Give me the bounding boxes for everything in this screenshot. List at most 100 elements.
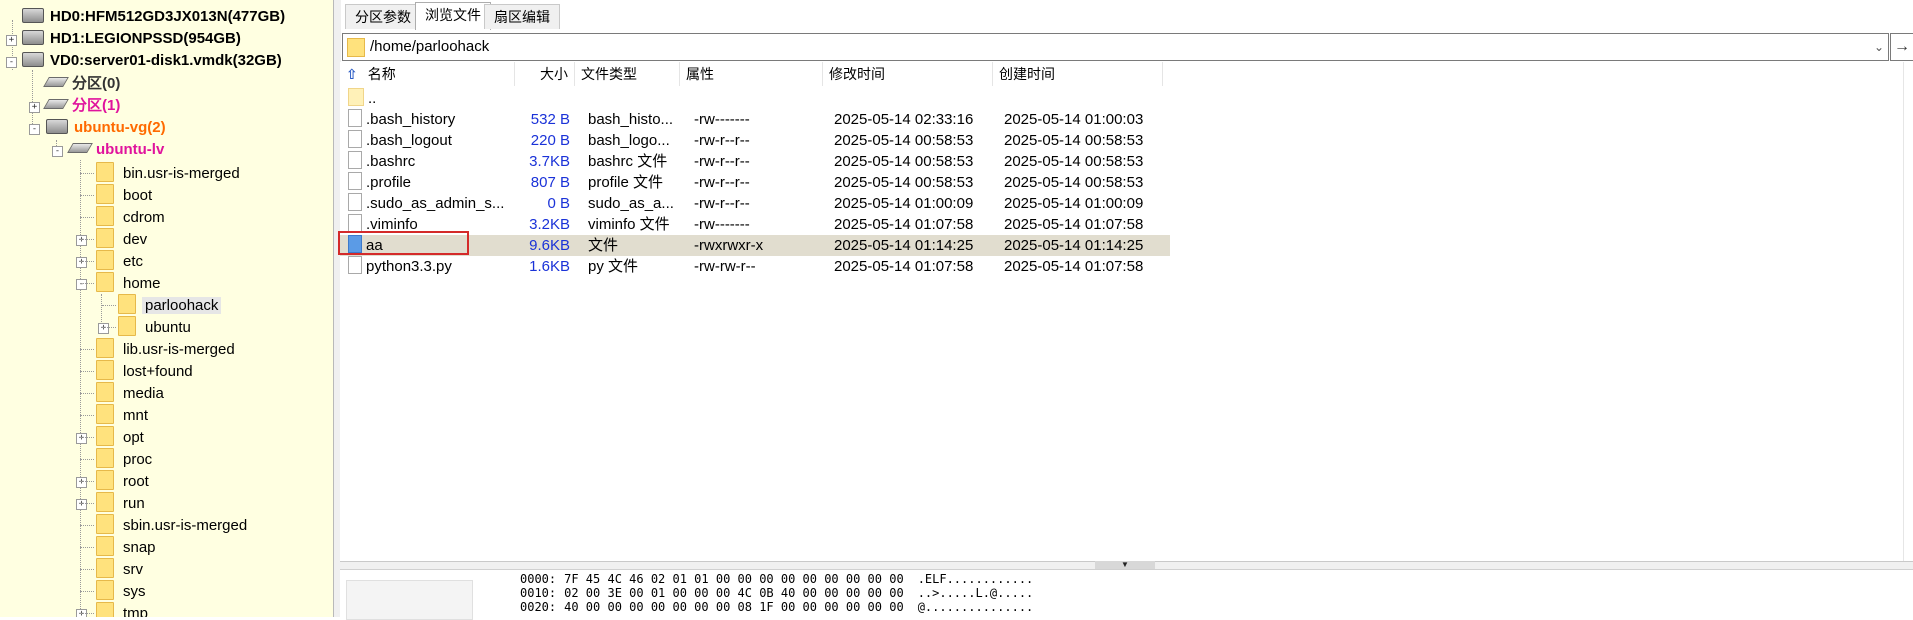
tree-folder-item[interactable]: root xyxy=(96,470,152,492)
file-created-text: 2025-05-14 01:00:03 xyxy=(1004,111,1144,128)
tree-folder-item[interactable]: media xyxy=(96,382,167,404)
path-bar[interactable]: /home/parloohack ⌄ xyxy=(342,33,1889,61)
tree-folder-item[interactable]: home xyxy=(96,272,164,294)
preview-thumbnail xyxy=(346,580,473,620)
tree-expander-toggle[interactable]: + xyxy=(76,433,87,444)
file-row[interactable]: .. xyxy=(340,88,1170,109)
folder-icon xyxy=(96,272,114,292)
tree-disk-hd0[interactable]: HD0:HFM512GD3JX013N(477GB) xyxy=(22,6,288,28)
tree-folder-item[interactable]: parloohack xyxy=(118,294,222,316)
column-header-modified[interactable]: 修改时间 xyxy=(823,62,993,86)
tree-folder-item[interactable]: sys xyxy=(96,580,149,602)
tree-folder-item[interactable]: lib.usr-is-merged xyxy=(96,338,238,360)
file-created-text: 2025-05-14 01:07:58 xyxy=(1004,216,1144,233)
tree-folder-item[interactable]: tmp xyxy=(96,602,151,617)
go-arrow-button[interactable]: → xyxy=(1890,33,1913,61)
file-cell-name: .sudo_as_admin_s... xyxy=(348,193,508,214)
tree-logical-volume[interactable]: ubuntu-lv xyxy=(67,139,167,161)
tree-folder-item[interactable]: ubuntu xyxy=(118,316,194,338)
file-cell-created: 2025-05-14 01:07:58 xyxy=(1004,256,1164,277)
folder-icon xyxy=(96,492,114,512)
hex-line: 0020: 40 00 00 00 00 00 00 00 08 1F 00 00… xyxy=(520,600,1033,614)
folder-icon xyxy=(96,206,114,226)
tab-sector-editor[interactable]: 扇区编辑 xyxy=(484,4,560,29)
tree-folder-item[interactable]: run xyxy=(96,492,148,514)
tree-disk-hd1[interactable]: HD1:LEGIONPSSD(954GB) xyxy=(22,28,244,50)
file-icon xyxy=(348,172,362,190)
tree-folder-item[interactable]: mnt xyxy=(96,404,151,426)
hard-disk-icon xyxy=(22,30,44,45)
hex-bytes: 40 00 00 00 00 00 00 00 08 1F 00 00 00 0… xyxy=(564,600,904,614)
tree-expander-toggle[interactable]: + xyxy=(76,235,87,246)
file-row[interactable]: .bash_logout 220 B bash_logo... -rw-r--r-- 2… xyxy=(340,130,1170,151)
tab-partition-params[interactable]: 分区参数 xyxy=(345,4,421,29)
file-attr-text: -rw-r--r-- xyxy=(694,195,750,212)
file-row[interactable]: .sudo_as_admin_s... 0 B sudo_as_a... -rw-r-… xyxy=(340,193,1170,214)
file-cell-attr: -rw-r--r-- xyxy=(694,172,814,193)
tree-guide xyxy=(80,393,94,394)
file-row[interactable]: .bashrc 3.7KB bashrc 文件 -rw-r--r-- 2025-05-1… xyxy=(340,151,1170,172)
tree-guide xyxy=(80,591,94,592)
collapse-ubuntu-lv-toggle[interactable]: - xyxy=(52,146,63,157)
file-cell-name: .bash_history xyxy=(348,109,508,130)
expand-hd1-toggle[interactable]: + xyxy=(6,35,17,46)
collapse-vd0-toggle[interactable]: - xyxy=(6,57,17,68)
column-header-attr[interactable]: 属性 xyxy=(680,62,823,86)
tree-folder-item[interactable]: lost+found xyxy=(96,360,196,382)
file-cell-size: 1.6KB xyxy=(510,256,570,277)
column-header-name[interactable]: ⇧ 名称 xyxy=(340,62,515,86)
tree-expander-toggle[interactable]: - xyxy=(76,279,87,290)
path-input[interactable]: /home/parloohack xyxy=(370,34,489,60)
tree-folder-item[interactable]: srv xyxy=(96,558,146,580)
file-icon xyxy=(348,214,362,232)
file-size-text: 0 B xyxy=(547,195,570,212)
hard-disk-icon xyxy=(22,8,44,23)
tree-expander-toggle[interactable]: + xyxy=(98,323,109,334)
tree-folder-label: sbin.usr-is-merged xyxy=(123,517,248,534)
hex-ascii: .ELF............ xyxy=(917,572,1034,586)
file-list-scrollbar[interactable] xyxy=(1903,62,1913,562)
tree-folder-label: cdrom xyxy=(123,209,165,226)
tree-guide xyxy=(80,239,94,240)
tree-folder-item[interactable]: proc xyxy=(96,448,155,470)
tree-disk-vd0[interactable]: VD0:server01-disk1.vmdk(32GB) xyxy=(22,50,285,72)
file-cell-modified: 2025-05-14 02:33:16 xyxy=(834,109,994,130)
tree-folder-item[interactable]: sbin.usr-is-merged xyxy=(96,514,250,536)
tree-folder-item[interactable]: dev xyxy=(96,228,150,250)
collapse-ubuntu-vg-toggle[interactable]: - xyxy=(29,124,40,135)
tree-folder-item[interactable]: boot xyxy=(96,184,155,206)
tree-partition-1[interactable]: 分区(1) xyxy=(43,95,123,117)
tree-expander-toggle[interactable]: + xyxy=(76,477,87,488)
tree-folder-item[interactable]: snap xyxy=(96,536,159,558)
file-name-text: python3.3.py xyxy=(366,258,452,275)
chevron-down-icon[interactable]: ⌄ xyxy=(1874,34,1884,60)
tree-partition-ubuntu-vg[interactable]: ubuntu-vg(2) xyxy=(46,117,169,139)
folder-icon xyxy=(96,470,114,490)
expand-partition-1-toggle[interactable]: + xyxy=(29,102,40,113)
file-cell-type: bash_logo... xyxy=(588,130,678,151)
file-cell-created: 2025-05-14 01:07:58 xyxy=(1004,214,1164,235)
file-row[interactable]: .bash_history 532 B bash_histo... -rw------… xyxy=(340,109,1170,130)
folder-icon xyxy=(96,162,114,182)
collapse-arrow-icon[interactable]: ▼ xyxy=(1095,561,1155,569)
file-row[interactable]: .profile 807 B profile 文件 -rw-r--r-- 2025-05… xyxy=(340,172,1170,193)
tree-folder-label: lib.usr-is-merged xyxy=(123,341,235,358)
tree-folder-item[interactable]: cdrom xyxy=(96,206,168,228)
file-row[interactable]: python3.3.py 1.6KB py 文件 -rw-rw-r-- 2025-05-… xyxy=(340,256,1170,277)
folder-icon xyxy=(96,360,114,380)
tree-expander-toggle[interactable]: + xyxy=(76,257,87,268)
tree-folder-item[interactable]: opt xyxy=(96,426,147,448)
tree-expander-toggle[interactable]: + xyxy=(76,499,87,510)
file-modified-text: 2025-05-14 01:07:58 xyxy=(834,216,974,233)
up-arrow-icon[interactable]: ⇧ xyxy=(346,66,358,82)
tree-partition-0[interactable]: 分区(0) xyxy=(43,73,123,95)
tab-browse-files[interactable]: 浏览文件 xyxy=(415,2,491,30)
column-header-size[interactable]: 大小 xyxy=(515,62,575,86)
hex-bytes: 02 00 3E 00 01 00 00 00 4C 0B 40 00 00 0… xyxy=(564,586,904,600)
tree-folder-item[interactable]: etc xyxy=(96,250,146,272)
column-header-type[interactable]: 文件类型 xyxy=(575,62,680,86)
tree-folder-item[interactable]: bin.usr-is-merged xyxy=(96,162,243,184)
column-header-created[interactable]: 创建时间 xyxy=(993,62,1163,86)
file-name-text: .bash_history xyxy=(366,111,456,128)
file-modified-text: 2025-05-14 01:14:25 xyxy=(834,237,974,254)
